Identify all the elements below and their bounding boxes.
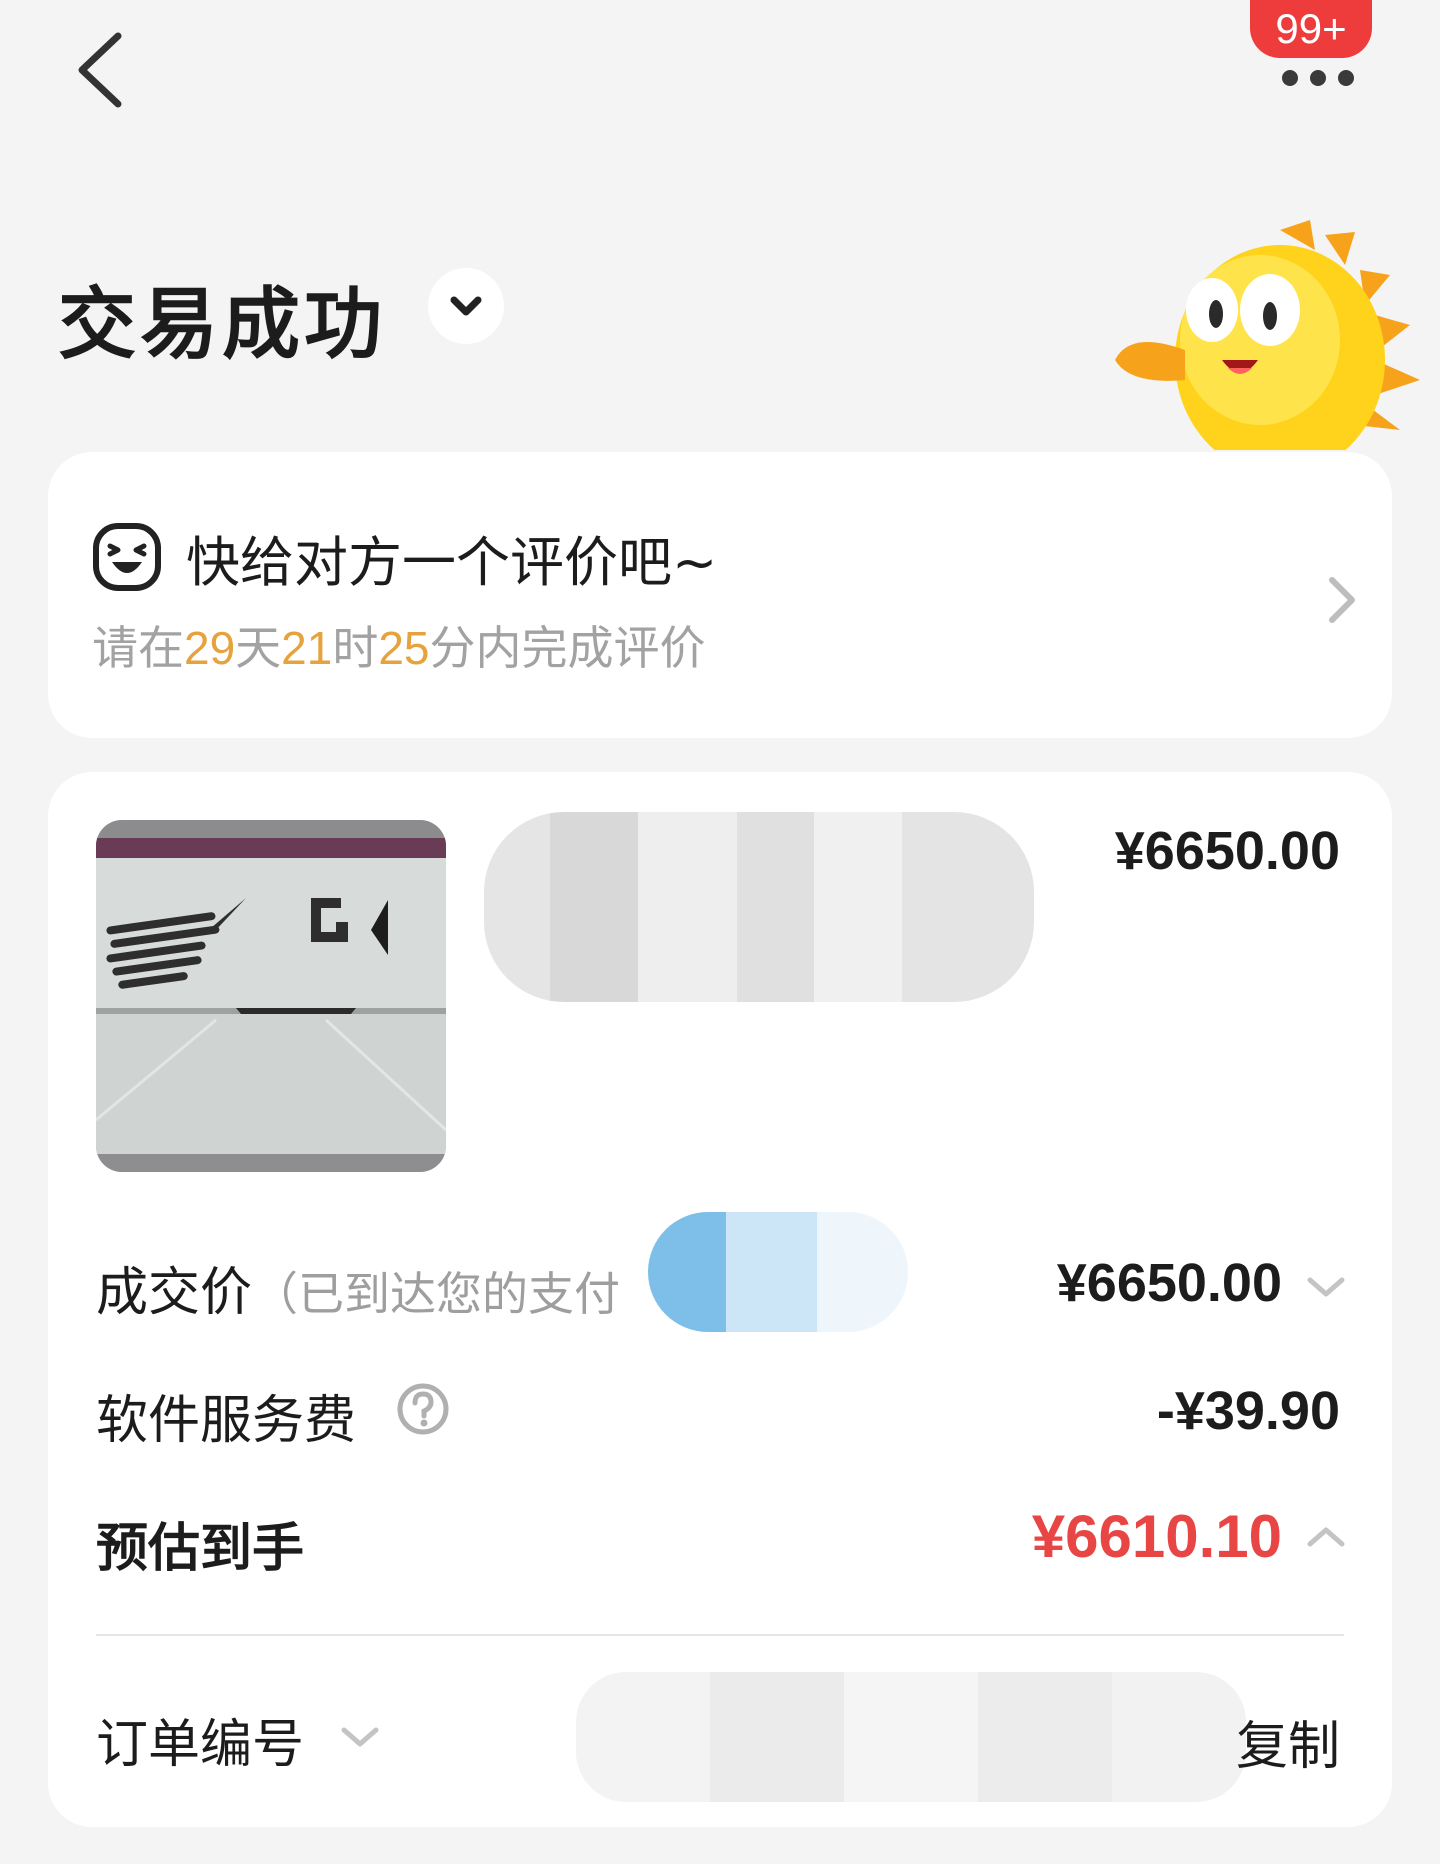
review-reminder-card[interactable]: 快给对方一个评价吧~ 请在29天21时25分内完成评价: [48, 452, 1392, 738]
divider: [96, 1634, 1344, 1636]
chevron-left-icon: [78, 32, 122, 108]
review-title: 快给对方一个评价吧~: [186, 531, 718, 594]
order-number-label[interactable]: 订单编号: [96, 1702, 304, 1777]
page-title: 交易成功: [58, 280, 387, 370]
more-dots-icon: [1270, 70, 1360, 90]
chevron-down-icon: [450, 296, 482, 316]
help-icon[interactable]: [396, 1382, 450, 1436]
payment-method-redacted: [648, 1212, 908, 1332]
fish-mascot-icon: [1110, 220, 1430, 460]
estimated-income-value: ¥6610.10: [1031, 1503, 1282, 1570]
product-image[interactable]: [96, 820, 446, 1172]
status-expand-button[interactable]: [428, 268, 504, 344]
service-fee-label: 软件服务费: [96, 1391, 357, 1451]
message-count-badge: 99+: [1250, 0, 1372, 58]
deal-price-label: 成交价（已到达您的支付: [96, 1263, 621, 1323]
chevron-down-icon[interactable]: [338, 1722, 382, 1752]
product-price: ¥6650.00: [1114, 821, 1340, 881]
deal-price-note: （已到达您的支付: [252, 1267, 621, 1321]
product-name-redacted: [484, 812, 1034, 1002]
deal-price-value: ¥6650.00: [1056, 1253, 1282, 1313]
back-button[interactable]: [72, 30, 132, 110]
copy-button[interactable]: 复制: [1236, 1704, 1340, 1779]
chevron-down-icon[interactable]: [1304, 1272, 1348, 1302]
chevron-up-icon[interactable]: [1304, 1522, 1348, 1552]
chevron-right-icon: [1329, 577, 1355, 623]
review-deadline: 请在29天21时25分内完成评价: [92, 621, 706, 675]
order-detail-card: ¥6650.00 成交价（已到达您的支付 ¥6650.00 软件服务费 -¥39…: [48, 772, 1392, 1827]
estimated-income-label: 预估到手: [96, 1519, 305, 1579]
order-number-redacted: [576, 1672, 1246, 1802]
service-fee-value: -¥39.90: [1156, 1381, 1340, 1441]
laughing-face-icon: [93, 523, 161, 591]
